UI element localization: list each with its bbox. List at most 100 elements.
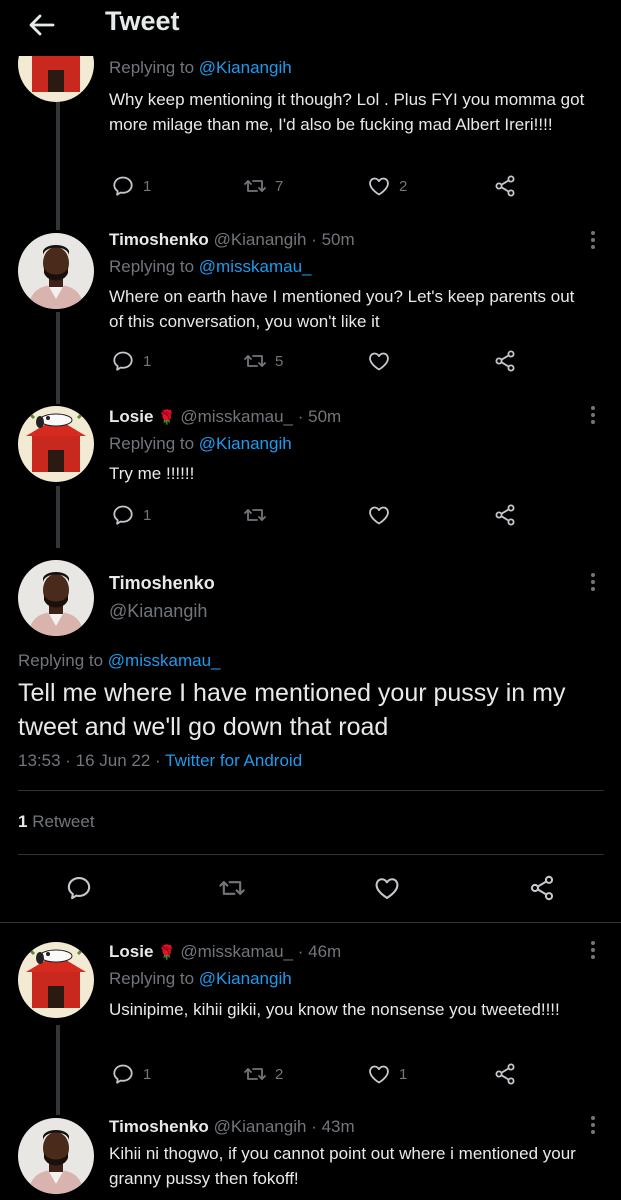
replying-to: Replying to @misskamau_ [109,257,312,276]
back-arrow-icon[interactable] [26,10,56,40]
replying-to: Replying to @Kianangih [109,969,292,988]
tweet-meta: Timoshenko @Kianangih · 50m [109,230,355,250]
replying-to: Replying to @misskamau_ [18,651,221,670]
mention-link[interactable]: @misskamau_ [108,651,221,670]
divider [18,854,604,855]
tweet-meta: Losie 🌹 @misskamau_ · 50m [109,407,341,427]
share-icon [493,174,517,198]
tweet-actions: 1 [109,501,539,529]
rose-icon: 🌹 [158,944,176,960]
like-button[interactable] [367,501,399,529]
display-name[interactable]: Losie [109,407,153,426]
share-button[interactable] [493,347,517,375]
reply-button[interactable]: 1 [111,501,151,529]
reply-button[interactable]: 1 [111,1060,151,1088]
display-name[interactable]: Timoshenko [109,573,215,594]
like-icon [367,503,391,527]
like-icon [367,1062,391,1086]
share-icon [528,874,556,902]
mention-link[interactable]: @Kianangih [199,434,292,453]
tweet-text: Usinipime, kihii gikii, you know the non… [109,1000,560,1019]
replying-to: Replying to @Kianangih [109,434,292,453]
tweet-actions: 1 2 1 [109,1060,539,1088]
main-tweet-actions [0,872,621,904]
timestamp: · 50m [311,230,355,249]
like-button[interactable] [367,347,399,375]
more-icon[interactable] [586,939,600,961]
retweet-icon [243,349,267,373]
avatar[interactable] [18,406,94,482]
top-bar: Tweet [0,0,621,48]
avatar[interactable] [18,233,94,309]
display-name[interactable]: Timoshenko [109,1117,209,1136]
share-icon [493,503,517,527]
share-button[interactable] [528,872,556,904]
tweet-text: Kihii ni thogwo, if you cannot point out… [109,1144,576,1188]
like-icon [373,874,401,902]
handle[interactable]: @misskamau_ [180,407,293,426]
tweet-timestamp: 13:53 · 16 Jun 22 · Twitter for Android [18,751,303,770]
source-link[interactable]: Twitter for Android [165,751,302,770]
retweet-stats[interactable]: 1 Retweet [18,812,95,832]
avatar[interactable] [18,942,94,1018]
retweet-icon [243,174,267,198]
like-icon [367,174,391,198]
timestamp: · 50m [297,407,342,426]
retweet-label: Retweet [32,812,95,831]
tweet-meta: Timoshenko @Kianangih · 43m [109,1117,355,1137]
retweet-count: 1 [18,812,28,831]
reply-button[interactable]: 1 [111,172,151,200]
handle[interactable]: @Kianangih [214,230,307,249]
like-button[interactable]: 2 [367,172,407,200]
retweet-button[interactable] [218,872,246,904]
retweet-button[interactable] [243,501,275,529]
like-button[interactable]: 1 [367,1060,407,1088]
thread-line [56,1025,60,1115]
divider [0,922,621,923]
avatar[interactable] [18,560,94,636]
more-icon[interactable] [586,404,600,426]
like-icon [367,349,391,373]
tweet-text: Try me !!!!!! [109,464,195,483]
timestamp: · 46m [297,942,342,961]
retweet-icon [243,1062,267,1086]
tweet-text: Tell me where I have mentioned your puss… [18,679,566,741]
more-icon[interactable] [586,229,600,251]
timestamp: · 43m [311,1117,355,1136]
rose-icon: 🌹 [158,409,176,425]
reply-icon [65,874,93,902]
retweet-button[interactable]: 5 [243,347,283,375]
more-icon[interactable] [586,571,600,593]
share-button[interactable] [493,1060,517,1088]
avatar[interactable] [18,1118,94,1194]
share-icon [493,1062,517,1086]
share-button[interactable] [493,501,517,529]
divider [18,790,604,791]
share-button[interactable] [493,172,517,200]
tweet-meta: Losie 🌹 @misskamau_ · 46m [109,942,341,962]
thread-line [56,486,60,548]
mention-link[interactable]: @Kianangih [199,969,292,988]
handle[interactable]: @misskamau_ [180,942,293,961]
more-icon[interactable] [586,1114,600,1136]
retweet-button[interactable]: 7 [243,172,283,200]
display-name[interactable]: Losie [109,942,153,961]
mention-link[interactable]: @misskamau_ [199,257,312,276]
handle[interactable]: @Kianangih [214,1117,307,1136]
display-name[interactable]: Timoshenko [109,230,209,249]
like-button[interactable] [373,872,401,904]
reply-icon [111,349,135,373]
reply-button[interactable]: 1 [111,347,151,375]
reply-button[interactable] [65,872,93,904]
retweet-button[interactable]: 2 [243,1060,283,1088]
reply-icon [111,503,135,527]
retweet-icon [218,874,246,902]
share-icon [493,349,517,373]
page-title: Tweet [105,6,180,36]
handle[interactable]: @Kianangih [109,601,207,622]
retweet-icon [243,503,267,527]
mention-link[interactable]: @Kianangih [199,58,292,77]
reply-icon [111,174,135,198]
reply-icon [111,1062,135,1086]
thread-line [56,100,60,230]
